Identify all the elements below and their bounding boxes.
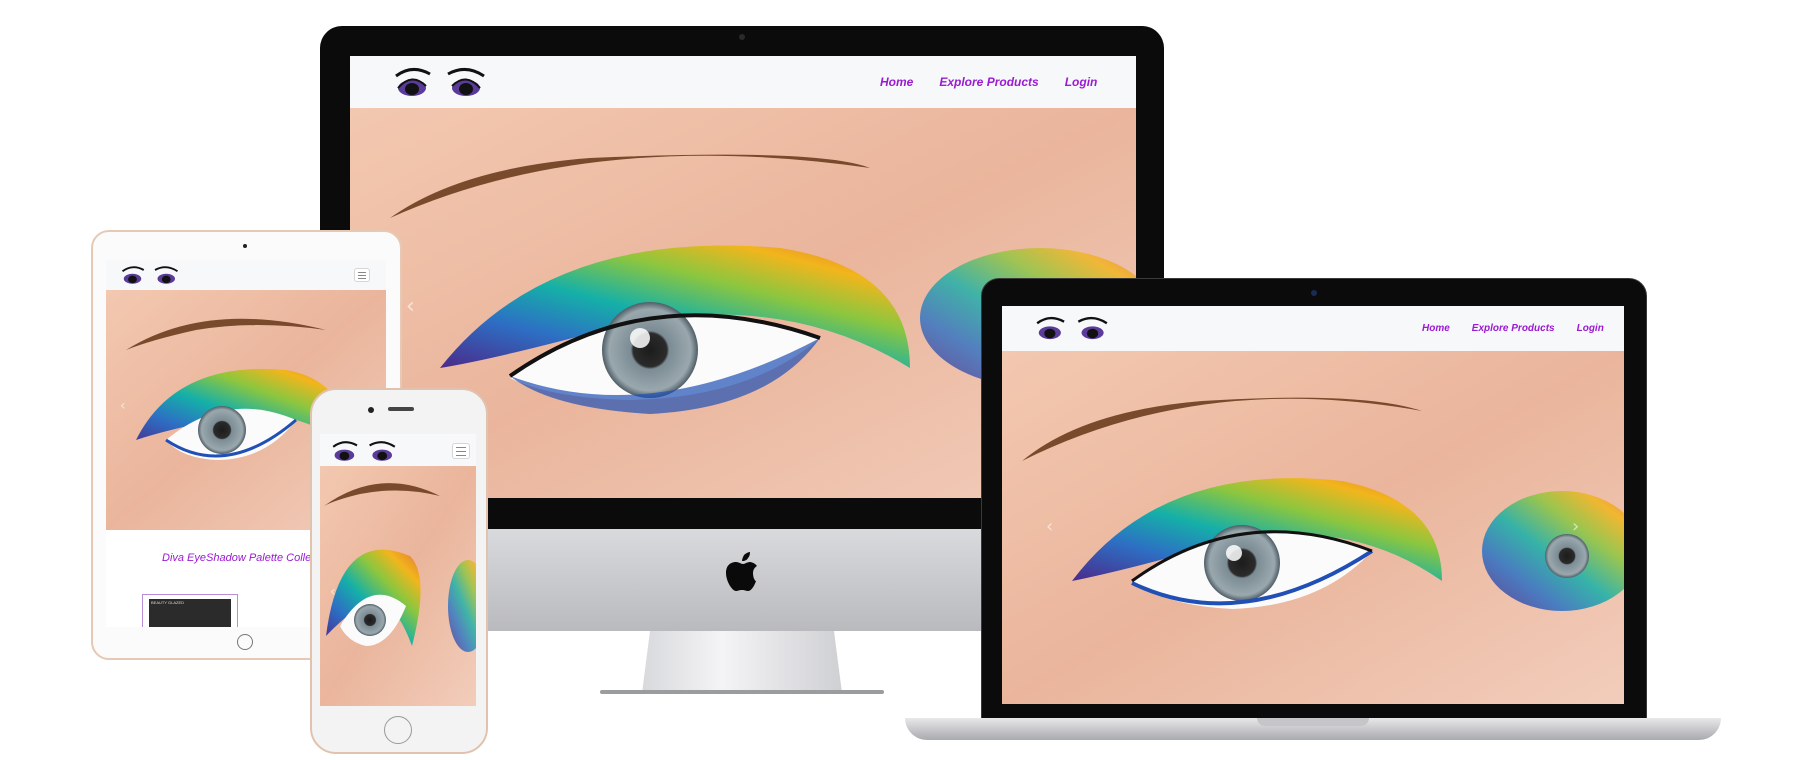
tablet-hamburger-icon[interactable]: [354, 268, 370, 282]
eyes-logo-icon: [1036, 316, 1108, 340]
phone-hero-image: [320, 466, 476, 706]
phone-home-button[interactable]: [384, 716, 412, 744]
nav-login-link[interactable]: Login: [1065, 75, 1098, 89]
navbar: Home Explore Products Login: [350, 56, 1136, 109]
phone-brand-logo[interactable]: [330, 437, 398, 465]
phone-device: ‹: [310, 388, 488, 754]
laptop-screen: Home Explore Products Login ‹ ›: [1002, 306, 1624, 704]
laptop-nav-home-link[interactable]: Home: [1422, 323, 1450, 334]
tablet-product-label: BEAUTY GLAZED: [151, 600, 185, 605]
tablet-product-card[interactable]: BEAUTY GLAZED: [142, 594, 238, 627]
laptop-nav-explore-link[interactable]: Explore Products: [1472, 323, 1555, 334]
tablet-brand-logo[interactable]: [120, 262, 180, 288]
tablet-carousel-prev-arrow[interactable]: ‹: [120, 398, 126, 414]
laptop-notch: [1257, 718, 1369, 726]
tablet-camera: [243, 244, 247, 248]
laptop-carousel-prev-arrow[interactable]: ‹: [1046, 516, 1053, 537]
phone-navbar: [320, 434, 476, 467]
laptop-nav-login-link[interactable]: Login: [1577, 323, 1604, 334]
phone-speaker: [388, 407, 414, 411]
eyes-logo-icon: [121, 266, 179, 284]
laptop-carousel-next-arrow[interactable]: ›: [1572, 516, 1579, 537]
imac-stand: [642, 631, 842, 693]
phone-hero-carousel: ‹: [320, 466, 476, 706]
tablet-home-button[interactable]: [237, 634, 253, 650]
tablet-section-title: Diva EyeShadow Palette Collection: [162, 552, 335, 564]
eyes-logo-icon: [395, 68, 485, 96]
imac-stand-base: [600, 690, 884, 694]
nav-home-link[interactable]: Home: [880, 75, 913, 89]
carousel-prev-arrow[interactable]: ‹: [406, 294, 415, 319]
laptop-navbar: Home Explore Products Login: [1002, 306, 1624, 352]
brand-logo[interactable]: [392, 62, 488, 102]
eyes-logo-icon: [332, 441, 396, 461]
laptop-brand-logo[interactable]: [1034, 311, 1110, 345]
laptop-camera: [1311, 290, 1317, 296]
tablet-navbar: [106, 260, 386, 291]
phone-camera: [368, 407, 374, 413]
laptop-hero-carousel: ‹ ›: [1002, 351, 1624, 704]
nav-explore-link[interactable]: Explore Products: [939, 75, 1038, 89]
laptop-device: Home Explore Products Login ‹ ›: [905, 278, 1721, 748]
phone-carousel-prev-arrow[interactable]: ‹: [330, 584, 336, 600]
laptop-hero-image: [1002, 351, 1624, 704]
phone-screen: ‹: [320, 434, 476, 706]
apple-logo-icon: [726, 552, 757, 591]
laptop-nav-links: Home Explore Products Login: [1422, 306, 1604, 351]
imac-camera: [739, 34, 745, 40]
nav-links: Home Explore Products Login: [880, 56, 1097, 108]
phone-hamburger-icon[interactable]: [452, 443, 470, 459]
